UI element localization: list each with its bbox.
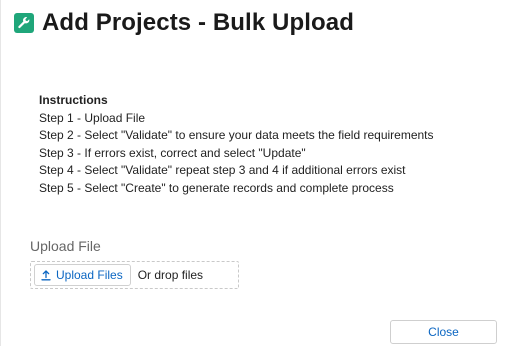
wrench-icon: [14, 13, 34, 33]
instruction-step-1: Step 1 - Upload File: [39, 110, 146, 125]
close-button[interactable]: Close: [390, 320, 497, 344]
page-title: Add Projects - Bulk Upload: [42, 9, 354, 36]
instructions-heading: Instructions: [39, 93, 108, 107]
upload-files-label: Upload Files: [56, 268, 123, 282]
upload-file-label: Upload File: [30, 238, 101, 254]
dialog-header: Add Projects - Bulk Upload: [14, 8, 354, 38]
file-drop-zone[interactable]: Upload Files Or drop files: [30, 261, 239, 289]
upload-icon: [41, 269, 51, 281]
instruction-step-2: Step 2 - Select "Validate" to ensure you…: [39, 128, 434, 143]
upload-files-button[interactable]: Upload Files: [34, 264, 131, 286]
drop-files-text: Or drop files: [137, 268, 204, 282]
bulk-upload-dialog: Add Projects - Bulk Upload Instructions …: [0, 0, 507, 346]
instruction-step-3: Step 3 - If errors exist, correct and se…: [39, 145, 306, 160]
instruction-step-4: Step 4 - Select "Validate" repeat step 3…: [39, 163, 406, 178]
instruction-step-5: Step 5 - Select "Create" to generate rec…: [39, 180, 394, 195]
instructions-block: Instructions Step 1 - Upload File Step 2…: [39, 92, 434, 198]
